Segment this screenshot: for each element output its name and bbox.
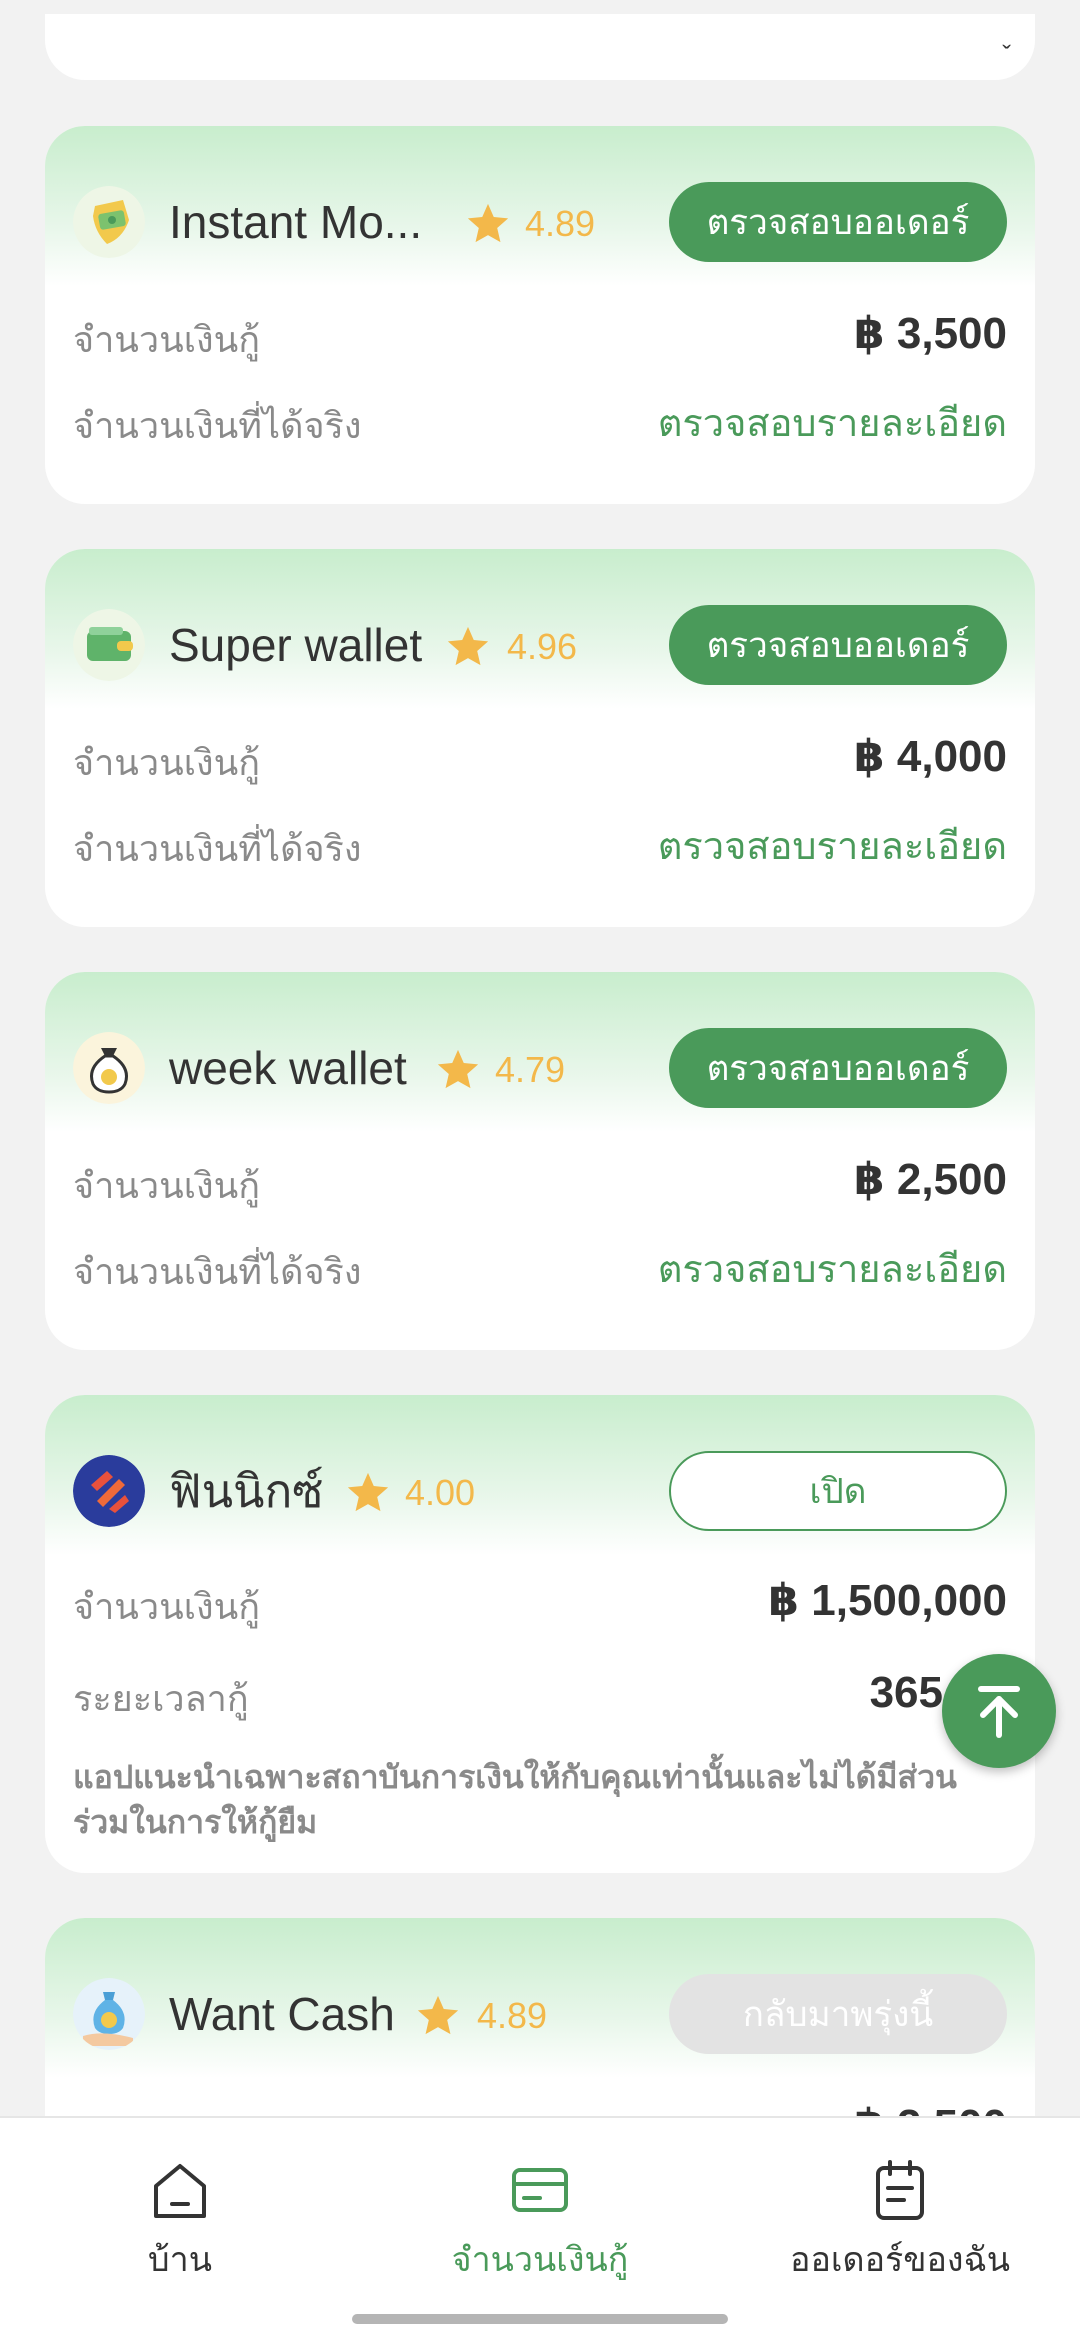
rating-value: 4.89	[525, 203, 596, 244]
actual-amount-label: จำนวนเงินที่ได้จริง	[73, 1251, 362, 1292]
open-button[interactable]: เปิด	[669, 1451, 1007, 1531]
actual-amount-label: จำนวนเงินที่ได้จริง	[73, 828, 362, 869]
card-icon	[512, 2168, 568, 2212]
finnix-logo-icon	[73, 1455, 145, 1527]
rating-value: 4.96	[507, 626, 578, 667]
loan-amount-value: ฿ 3,500	[854, 309, 1007, 358]
loan-amount-label: จำนวนเงินกู้	[73, 1165, 261, 1206]
app-name: Want Cash	[169, 1988, 395, 2040]
loan-term-value: 365	[869, 1668, 943, 1717]
home-indicator[interactable]	[352, 2314, 728, 2324]
check-details-link[interactable]: ตรวจสอบรายละเอียด	[658, 1246, 1007, 1294]
come-back-tomorrow-button[interactable]: กลับมาพรุ่งนี้	[669, 1974, 1007, 2054]
star-icon	[437, 1049, 479, 1089]
scroll-to-top-button[interactable]	[942, 1654, 1056, 1768]
loan-card[interactable]: Instant Mo... 4.89 ตรวจสอบออเดอร์ จำนวนเ…	[45, 126, 1035, 504]
app-name: ฟินนิกซ์	[169, 1465, 324, 1517]
loan-card[interactable]: ฟินนิกซ์ 4.00 เปิด จำนวนเงินกู้ ฿ 1,500,…	[45, 1395, 1035, 1873]
rating-value: 4.00	[405, 1472, 476, 1513]
app-name: Instant Mo...	[169, 196, 423, 248]
check-order-button[interactable]: ตรวจสอบออเดอร์	[669, 182, 1007, 262]
rating-value: 4.79	[495, 1049, 566, 1090]
star-icon	[417, 1995, 459, 2035]
loan-card[interactable]: week wallet 4.79 ตรวจสอบออเดอร์ จำนวนเงิ…	[45, 972, 1035, 1350]
app-name: week wallet	[169, 1042, 407, 1094]
nav-home-label: บ้าน	[148, 2241, 212, 2279]
app-name: Super wallet	[169, 619, 423, 671]
loan-amount-label: จำนวนเงินกู้	[73, 1586, 261, 1627]
loan-amount-value: ฿ 2,500	[854, 1155, 1007, 1204]
check-details-link[interactable]: ตรวจสอบรายละเอียด	[658, 400, 1007, 448]
corner-mark: ˇ	[1002, 40, 1011, 70]
clipboard-icon	[876, 2160, 924, 2220]
money-bag-icon	[73, 1032, 145, 1104]
disclaimer-text: แอปแนะนำเฉพาะสถาบันการเงินให้กับคุณเท่าน…	[73, 1759, 957, 1840]
check-details-link[interactable]: ตรวจสอบรายละเอียด	[658, 823, 1007, 871]
star-icon	[447, 626, 489, 666]
nav-loan-amount[interactable]: จำนวนเงินกู้	[360, 2158, 720, 2298]
wallet-icon	[73, 609, 145, 681]
check-order-button[interactable]: ตรวจสอบออเดอร์	[669, 1028, 1007, 1108]
nav-my-orders[interactable]: ออเดอร์ของฉัน	[720, 2158, 1080, 2298]
top-partial-card: ˇ	[45, 14, 1035, 80]
scroll-to-top-icon	[978, 1686, 1020, 1738]
loan-amount-value: ฿ 4,000	[854, 732, 1007, 781]
actual-amount-label: จำนวนเงินที่ได้จริง	[73, 405, 362, 446]
nav-my-orders-label: ออเดอร์ของฉัน	[790, 2241, 1010, 2279]
loan-card[interactable]: Super wallet 4.96 ตรวจสอบออเดอร์ จำนวนเง…	[45, 549, 1035, 927]
bottom-nav: บ้าน จำนวนเงินกู้ ออเดอร์ของฉัน	[0, 2116, 1080, 2342]
loan-amount-value: ฿ 1,500,000	[768, 1576, 1007, 1625]
home-icon	[154, 2164, 206, 2218]
coin-bag-icon	[73, 1978, 145, 2050]
loan-amount-label: จำนวนเงินกู้	[73, 319, 261, 360]
check-order-button[interactable]: ตรวจสอบออเดอร์	[669, 605, 1007, 685]
star-icon	[467, 203, 509, 243]
nav-loan-amount-label: จำนวนเงินกู้	[451, 2241, 629, 2279]
loan-term-label: ระยะเวลากู้	[73, 1678, 249, 1719]
nav-home[interactable]: บ้าน	[0, 2158, 360, 2298]
star-icon	[347, 1472, 389, 1512]
loan-amount-label: จำนวนเงินกู้	[73, 742, 261, 783]
rating-value: 4.89	[477, 1995, 548, 2036]
hand-money-icon	[73, 186, 145, 258]
